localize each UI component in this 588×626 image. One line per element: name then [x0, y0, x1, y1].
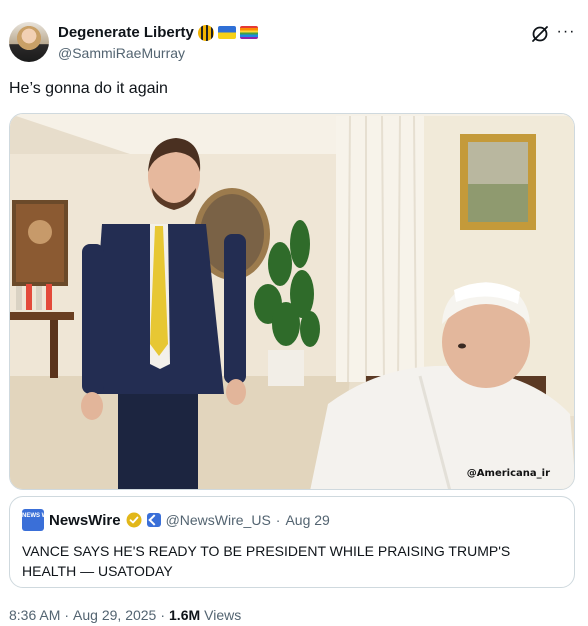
tweet-text: He’s gonna do it again [9, 80, 168, 97]
verified-gold-badge-icon [126, 512, 142, 528]
separator-dot: · [64, 607, 70, 623]
ukraine-flag-icon [217, 26, 236, 39]
grok-icon[interactable] [530, 24, 550, 44]
photo-illustration [10, 114, 574, 489]
views-label: Views [204, 607, 242, 623]
author-display-name[interactable]: Degenerate Liberty [58, 24, 194, 41]
author-handle[interactable]: @SammiRaeMurray [58, 45, 185, 61]
affiliate-badge-icon [146, 513, 161, 527]
quoted-tweet[interactable]: NEWS WIRE NewsWire @NewsWire_US · Aug 29… [9, 496, 575, 588]
newswire-logo-icon: NEWS WIRE [22, 509, 57, 531]
quoted-date[interactable]: Aug 29 [285, 512, 329, 528]
bee-emoji-icon [197, 24, 214, 41]
tweet: Degenerate Liberty @SammiRaeMurray ··· H… [0, 0, 588, 626]
tweet-date[interactable]: Aug 29, 2025 [73, 607, 156, 623]
separator-dot: · [160, 607, 166, 623]
quoted-author-handle[interactable]: @NewsWire_US [166, 512, 271, 528]
quoted-author-name[interactable]: NewsWire [49, 512, 121, 529]
views-count: 1.6M [169, 607, 201, 623]
tweet-photo[interactable]: @Americana_ir [9, 113, 575, 490]
avatar[interactable] [9, 22, 49, 62]
separator-dot: · [275, 512, 281, 528]
more-options-icon[interactable]: ··· [556, 24, 576, 44]
quoted-tweet-text: VANCE SAYS HE'S READY TO BE PRESIDENT WH… [22, 543, 511, 579]
tweet-meta: 8:36 AM · Aug 29, 2025 · 1.6M Views [9, 607, 241, 623]
quoted-tweet-header: NEWS WIRE NewsWire @NewsWire_US · Aug 29 [22, 509, 330, 531]
tweet-time[interactable]: 8:36 AM [9, 607, 60, 623]
author-name-row: Degenerate Liberty [58, 24, 258, 41]
photo-watermark: @Americana_ir [466, 468, 550, 479]
rainbow-flag-icon [239, 26, 258, 39]
